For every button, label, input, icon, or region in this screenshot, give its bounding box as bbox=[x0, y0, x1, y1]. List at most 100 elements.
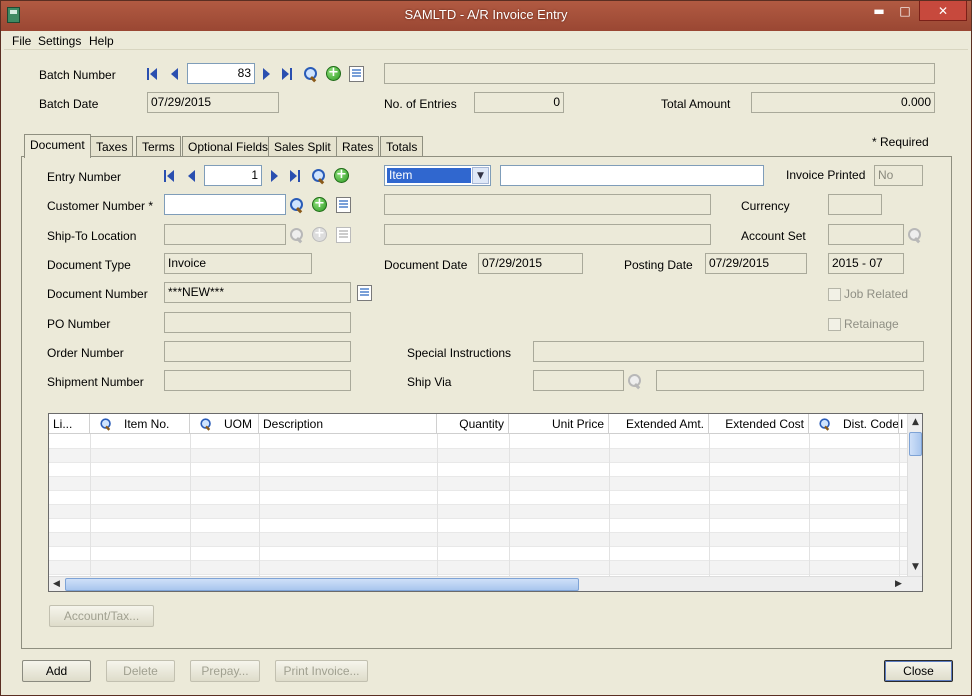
dist-code-finder-icon[interactable] bbox=[819, 418, 832, 431]
prepay-button[interactable]: Prepay... bbox=[190, 660, 260, 682]
column-header-description[interactable]: Description bbox=[259, 414, 437, 434]
scroll-left-icon[interactable]: ◀ bbox=[49, 577, 64, 591]
uom-finder-icon[interactable] bbox=[200, 418, 213, 431]
currency-field bbox=[828, 194, 882, 215]
grid-divider bbox=[609, 434, 610, 576]
entry-type-select[interactable]: Item ▼ bbox=[384, 165, 491, 186]
tab-document[interactable]: Document bbox=[24, 134, 91, 158]
retainage-label: Retainage bbox=[844, 317, 899, 331]
document-type-label: Document Type bbox=[47, 258, 131, 272]
total-amount-label: Total Amount bbox=[661, 97, 731, 111]
window-title: SAMLTD - A/R Invoice Entry bbox=[404, 7, 568, 22]
shipment-number-label: Shipment Number bbox=[47, 375, 144, 389]
column-header-extended-cost[interactable]: Extended Cost bbox=[709, 414, 809, 434]
menu-settings[interactable]: Settings bbox=[38, 34, 81, 48]
column-header-uom-label: UOM bbox=[224, 417, 252, 431]
previous-entry-icon[interactable] bbox=[186, 170, 197, 183]
table-row[interactable] bbox=[49, 491, 907, 505]
special-instructions-label: Special Instructions bbox=[407, 346, 512, 360]
vertical-scrollbar[interactable]: ▲ ▼ bbox=[907, 414, 922, 576]
horizontal-scrollbar[interactable]: ◀ ▶ bbox=[49, 576, 922, 591]
vertical-scroll-thumb[interactable] bbox=[909, 432, 922, 456]
ship-via-field bbox=[533, 370, 624, 391]
batch-zoom-icon[interactable] bbox=[349, 66, 364, 82]
column-header-dist-code[interactable]: Dist. Code bbox=[809, 414, 899, 434]
table-row[interactable] bbox=[49, 435, 907, 449]
customer-zoom-icon[interactable] bbox=[336, 197, 351, 213]
entry-description-input[interactable] bbox=[500, 165, 764, 186]
add-button[interactable]: Add bbox=[22, 660, 91, 682]
batch-finder-icon[interactable] bbox=[303, 66, 319, 82]
entries-field: 0 bbox=[474, 92, 564, 113]
next-entry-icon[interactable] bbox=[269, 170, 280, 183]
table-row[interactable] bbox=[49, 463, 907, 477]
menu-file[interactable]: File bbox=[12, 34, 31, 48]
document-zoom-icon[interactable] bbox=[357, 285, 372, 301]
new-entry-icon[interactable]: + bbox=[334, 168, 349, 183]
last-batch-icon[interactable] bbox=[282, 68, 293, 81]
ship-to-field bbox=[164, 224, 286, 245]
customer-number-input[interactable] bbox=[164, 194, 286, 215]
grid-divider bbox=[809, 434, 810, 576]
close-window-button[interactable]: ✕ bbox=[919, 1, 967, 21]
table-row[interactable] bbox=[49, 449, 907, 463]
chevron-down-icon[interactable]: ▼ bbox=[472, 167, 489, 184]
new-batch-icon[interactable]: + bbox=[326, 66, 341, 81]
posting-date-field: 07/29/2015 bbox=[705, 253, 807, 274]
column-header-line[interactable]: Li... bbox=[49, 414, 90, 434]
grid-header: Li... Item No. UOM Description Quantity … bbox=[49, 414, 907, 434]
column-header-item-no[interactable]: Item No. bbox=[90, 414, 190, 434]
first-batch-icon[interactable] bbox=[147, 68, 158, 81]
tab-terms[interactable]: Terms bbox=[136, 136, 181, 157]
customer-name-field bbox=[384, 194, 711, 215]
tab-sales-split[interactable]: Sales Split bbox=[268, 136, 337, 157]
tab-optional-fields[interactable]: Optional Fields bbox=[182, 136, 275, 157]
new-customer-icon[interactable]: + bbox=[312, 197, 327, 212]
detail-grid[interactable]: Li... Item No. UOM Description Quantity … bbox=[48, 413, 923, 592]
first-entry-icon[interactable] bbox=[164, 170, 175, 183]
table-row[interactable] bbox=[49, 547, 907, 561]
scroll-up-icon[interactable]: ▲ bbox=[908, 415, 922, 430]
title-bar[interactable]: SAMLTD - A/R Invoice Entry ▬ □ ✕ bbox=[1, 1, 971, 31]
horizontal-scroll-thumb[interactable] bbox=[65, 578, 579, 591]
previous-batch-icon[interactable] bbox=[169, 68, 180, 81]
tab-totals[interactable]: Totals bbox=[380, 136, 424, 157]
scroll-right-icon[interactable]: ▶ bbox=[891, 577, 906, 591]
invoice-printed-field: No bbox=[874, 165, 923, 186]
table-row[interactable] bbox=[49, 519, 907, 533]
document-type-field: Invoice bbox=[164, 253, 312, 274]
last-entry-icon[interactable] bbox=[290, 170, 301, 183]
column-header-next[interactable]: I bbox=[899, 414, 907, 434]
batch-number-input[interactable]: 83 bbox=[187, 63, 255, 84]
ship-to-label: Ship-To Location bbox=[47, 229, 137, 243]
new-ship-to-icon: + bbox=[312, 227, 327, 242]
entry-finder-icon[interactable] bbox=[311, 168, 327, 184]
delete-button[interactable]: Delete bbox=[106, 660, 175, 682]
item-finder-icon[interactable] bbox=[100, 418, 113, 431]
retainage-checkbox bbox=[828, 318, 841, 331]
column-header-extended-amt[interactable]: Extended Amt. bbox=[609, 414, 709, 434]
tab-taxes[interactable]: Taxes bbox=[90, 136, 134, 157]
special-instructions-field bbox=[533, 341, 924, 362]
print-invoice-button[interactable]: Print Invoice... bbox=[275, 660, 368, 682]
column-header-unit-price[interactable]: Unit Price bbox=[509, 414, 609, 434]
column-header-uom[interactable]: UOM bbox=[190, 414, 259, 434]
shipment-number-field bbox=[164, 370, 351, 391]
tab-rates[interactable]: Rates bbox=[336, 136, 380, 157]
table-row[interactable] bbox=[49, 561, 907, 575]
entry-number-input[interactable]: 1 bbox=[204, 165, 262, 186]
maximize-button[interactable]: □ bbox=[893, 1, 917, 21]
batch-date-field: 07/29/2015 bbox=[147, 92, 279, 113]
table-row[interactable] bbox=[49, 533, 907, 547]
grid-divider bbox=[190, 434, 191, 576]
column-header-quantity[interactable]: Quantity bbox=[437, 414, 509, 434]
menu-help[interactable]: Help bbox=[89, 34, 114, 48]
close-button[interactable]: Close bbox=[884, 660, 953, 682]
account-tax-button[interactable]: Account/Tax... bbox=[49, 605, 154, 627]
table-row[interactable] bbox=[49, 477, 907, 491]
customer-finder-icon[interactable] bbox=[289, 197, 305, 213]
next-batch-icon[interactable] bbox=[261, 68, 272, 81]
minimize-button[interactable]: ▬ bbox=[867, 1, 891, 21]
table-row[interactable] bbox=[49, 505, 907, 519]
scroll-down-icon[interactable]: ▼ bbox=[908, 560, 922, 575]
